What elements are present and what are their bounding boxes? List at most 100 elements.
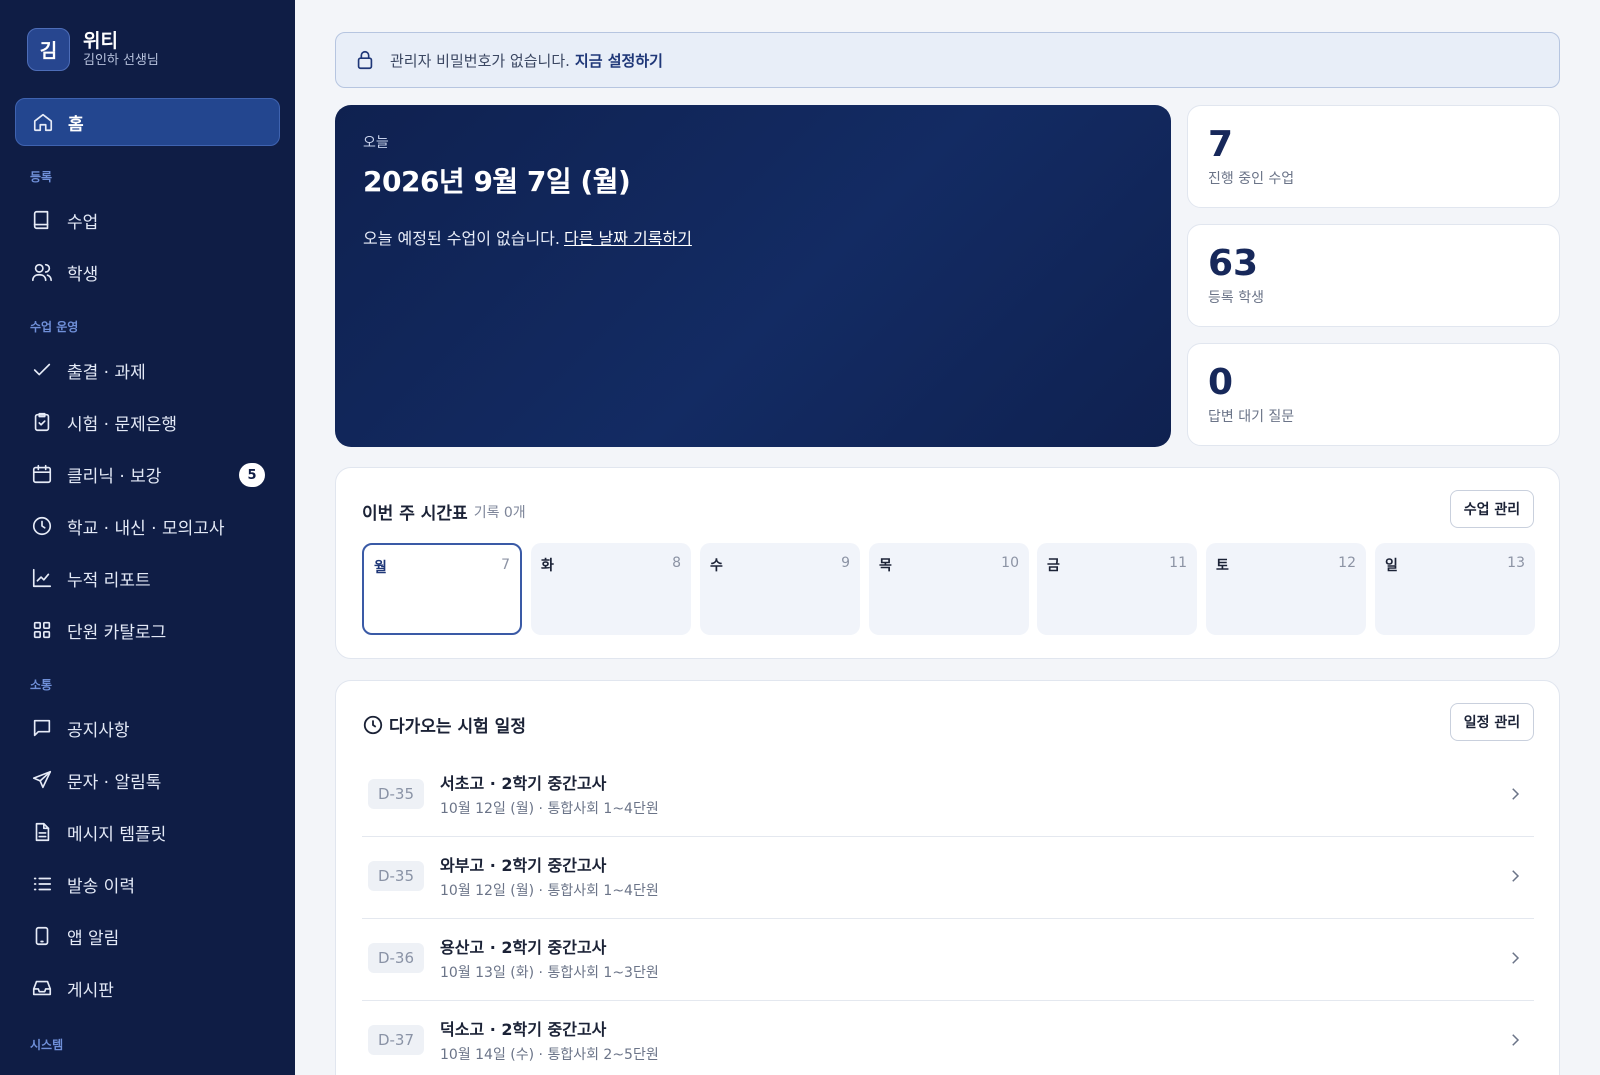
day-number: 7 — [501, 557, 510, 573]
sidebar-item-label: 수업 — [67, 212, 99, 233]
day-number: 12 — [1338, 555, 1356, 571]
day-number: 8 — [672, 555, 681, 571]
exams-title-text: 다가오는 시험 일정 — [389, 717, 526, 737]
sidebar-item-label: 시험 · 문제은행 — [67, 414, 178, 435]
list-icon — [31, 873, 53, 895]
calendar-icon — [31, 463, 53, 485]
day-name: 화 — [541, 558, 554, 574]
sidebar: 김 위티 김인하 선생님 홈 등록 수업 학생 수업 운영 출결 · 과제 시험… — [0, 0, 295, 1075]
sidebar-item-label: 단원 카탈로그 — [67, 622, 167, 643]
sidebar-item-template[interactable]: 메시지 템플릿 — [15, 808, 280, 856]
day-cell-tue[interactable]: 화 8 — [531, 543, 691, 635]
sidebar-item-notice[interactable]: 공지사항 — [15, 704, 280, 752]
sidebar-item-label: 게시판 — [67, 980, 114, 1001]
day-cell-thu[interactable]: 목 10 — [869, 543, 1029, 635]
sidebar-item-report[interactable]: 누적 리포트 — [15, 554, 280, 602]
day-name: 일 — [1385, 558, 1398, 574]
sidebar-item-clinic[interactable]: 클리닉 · 보강 5 — [15, 450, 280, 498]
timetable-title: 이번 주 시간표 기록 0개 — [362, 499, 526, 524]
sidebar-item-attendance[interactable]: 출결 · 과제 — [15, 346, 280, 394]
sidebar-item-catalog[interactable]: 단원 카탈로그 — [15, 606, 280, 654]
stat-card-pending-questions[interactable]: 0 답변 대기 질문 — [1187, 343, 1560, 446]
sidebar-item-sms[interactable]: 문자 · 알림톡 — [15, 756, 280, 804]
message-square-icon — [31, 717, 53, 739]
stat-label: 진행 중인 수업 — [1208, 171, 1295, 187]
check-icon — [31, 359, 53, 381]
sidebar-item-label: 홈 — [68, 114, 84, 135]
exam-title: 와부고 · 2학기 중간고사 — [440, 856, 607, 875]
day-cell-mon[interactable]: 월 7 — [362, 543, 522, 635]
sidebar-item-school[interactable]: 학교 · 내신 · 모의고사 — [15, 502, 280, 550]
day-name: 수 — [710, 558, 723, 574]
banner-text: 관리자 비밀번호가 없습니다. — [390, 51, 570, 70]
section-label-ops: 수업 운영 — [30, 320, 79, 334]
set-password-link[interactable]: 지금 설정하기 — [575, 50, 663, 71]
exam-row[interactable]: D-35 서초고 · 2학기 중간고사 10월 12일 (월) · 통합사회 1… — [362, 755, 1534, 837]
inbox-icon — [31, 977, 53, 999]
sidebar-item-students[interactable]: 학생 — [15, 248, 280, 296]
exam-row[interactable]: D-35 와부고 · 2학기 중간고사 10월 12일 (월) · 통합사회 1… — [362, 837, 1534, 919]
sidebar-item-label: 메시지 템플릿 — [67, 824, 167, 845]
manage-schedule-button[interactable]: 일정 관리 — [1450, 703, 1534, 741]
exam-title: 덕소고 · 2학기 중간고사 — [440, 1020, 607, 1039]
exam-row[interactable]: D-36 용산고 · 2학기 중간고사 10월 13일 (화) · 통합사회 1… — [362, 919, 1534, 1001]
sidebar-item-home[interactable]: 홈 — [15, 98, 280, 146]
sidebar-item-app-alert[interactable]: 앱 알림 — [15, 912, 280, 960]
dday-chip: D-36 — [368, 943, 424, 973]
book-icon — [31, 209, 53, 231]
timetable-title-text: 이번 주 시간표 — [362, 504, 468, 524]
grid-icon — [31, 619, 53, 641]
file-text-icon — [31, 821, 53, 843]
exam-detail: 10월 12일 (월) · 통합사회 1~4단원 — [440, 801, 659, 817]
exam-title: 서초고 · 2학기 중간고사 — [440, 774, 607, 793]
dday-chip: D-35 — [368, 861, 424, 891]
day-name: 월 — [374, 560, 387, 576]
day-name: 토 — [1216, 558, 1229, 574]
section-label-comm: 소통 — [30, 678, 53, 692]
day-cell-sat[interactable]: 토 12 — [1206, 543, 1366, 635]
smartphone-icon — [31, 925, 53, 947]
sidebar-item-board[interactable]: 게시판 — [15, 964, 280, 1012]
exam-row[interactable]: D-37 덕소고 · 2학기 중간고사 10월 14일 (수) · 통합사회 2… — [362, 1001, 1534, 1075]
chevron-right-icon — [1512, 1034, 1520, 1046]
day-name: 목 — [879, 558, 892, 574]
line-chart-icon — [31, 567, 53, 589]
chevron-right-icon — [1512, 870, 1520, 882]
hero-message: 오늘 예정된 수업이 없습니다. 다른 날짜 기록하기 — [363, 225, 1143, 249]
password-warning-banner: 관리자 비밀번호가 없습니다. 지금 설정하기 — [335, 32, 1560, 88]
sidebar-item-exams[interactable]: 시험 · 문제은행 — [15, 398, 280, 446]
clinic-count-badge: 5 — [239, 463, 265, 487]
sidebar-item-label: 문자 · 알림톡 — [67, 772, 162, 793]
lock-icon — [357, 50, 373, 70]
sidebar-item-classes[interactable]: 수업 — [15, 196, 280, 244]
day-name: 금 — [1047, 558, 1060, 574]
other-date-link[interactable]: 다른 날짜 기록하기 — [564, 229, 692, 248]
sidebar-item-history[interactable]: 발송 이력 — [15, 860, 280, 908]
manage-classes-button[interactable]: 수업 관리 — [1450, 490, 1534, 528]
today-hero-card: 오늘 2026년 9월 7일 (월) 오늘 예정된 수업이 없습니다. 다른 날짜… — [335, 105, 1171, 447]
chevron-right-icon — [1512, 952, 1520, 964]
send-icon — [31, 769, 53, 791]
stat-card-active-classes[interactable]: 7 진행 중인 수업 — [1187, 105, 1560, 208]
day-number: 9 — [841, 555, 850, 571]
day-number: 11 — [1169, 555, 1187, 571]
avatar: 김 — [27, 28, 70, 71]
day-cell-wed[interactable]: 수 9 — [700, 543, 860, 635]
dday-chip: D-35 — [368, 779, 424, 809]
sidebar-item-label: 앱 알림 — [67, 928, 120, 949]
day-cell-sun[interactable]: 일 13 — [1375, 543, 1535, 635]
day-number: 13 — [1507, 555, 1525, 571]
stat-card-students[interactable]: 63 등록 학생 — [1187, 224, 1560, 327]
brand-title: 위티 — [83, 29, 118, 52]
stat-label: 답변 대기 질문 — [1208, 409, 1295, 425]
brand: 김 위티 김인하 선생님 — [27, 28, 159, 71]
exam-detail: 10월 13일 (화) · 통합사회 1~3단원 — [440, 965, 659, 981]
chevron-right-icon — [1512, 788, 1520, 800]
hero-label: 오늘 — [363, 135, 389, 151]
weekly-timetable-card: 이번 주 시간표 기록 0개 수업 관리 월 7 화 8 수 9 목 10 금 … — [335, 467, 1560, 659]
day-cell-fri[interactable]: 금 11 — [1037, 543, 1197, 635]
sidebar-item-label: 공지사항 — [67, 720, 130, 741]
clock-icon — [31, 515, 53, 537]
clock-icon — [363, 715, 383, 734]
sidebar-item-label: 누적 리포트 — [67, 570, 151, 591]
